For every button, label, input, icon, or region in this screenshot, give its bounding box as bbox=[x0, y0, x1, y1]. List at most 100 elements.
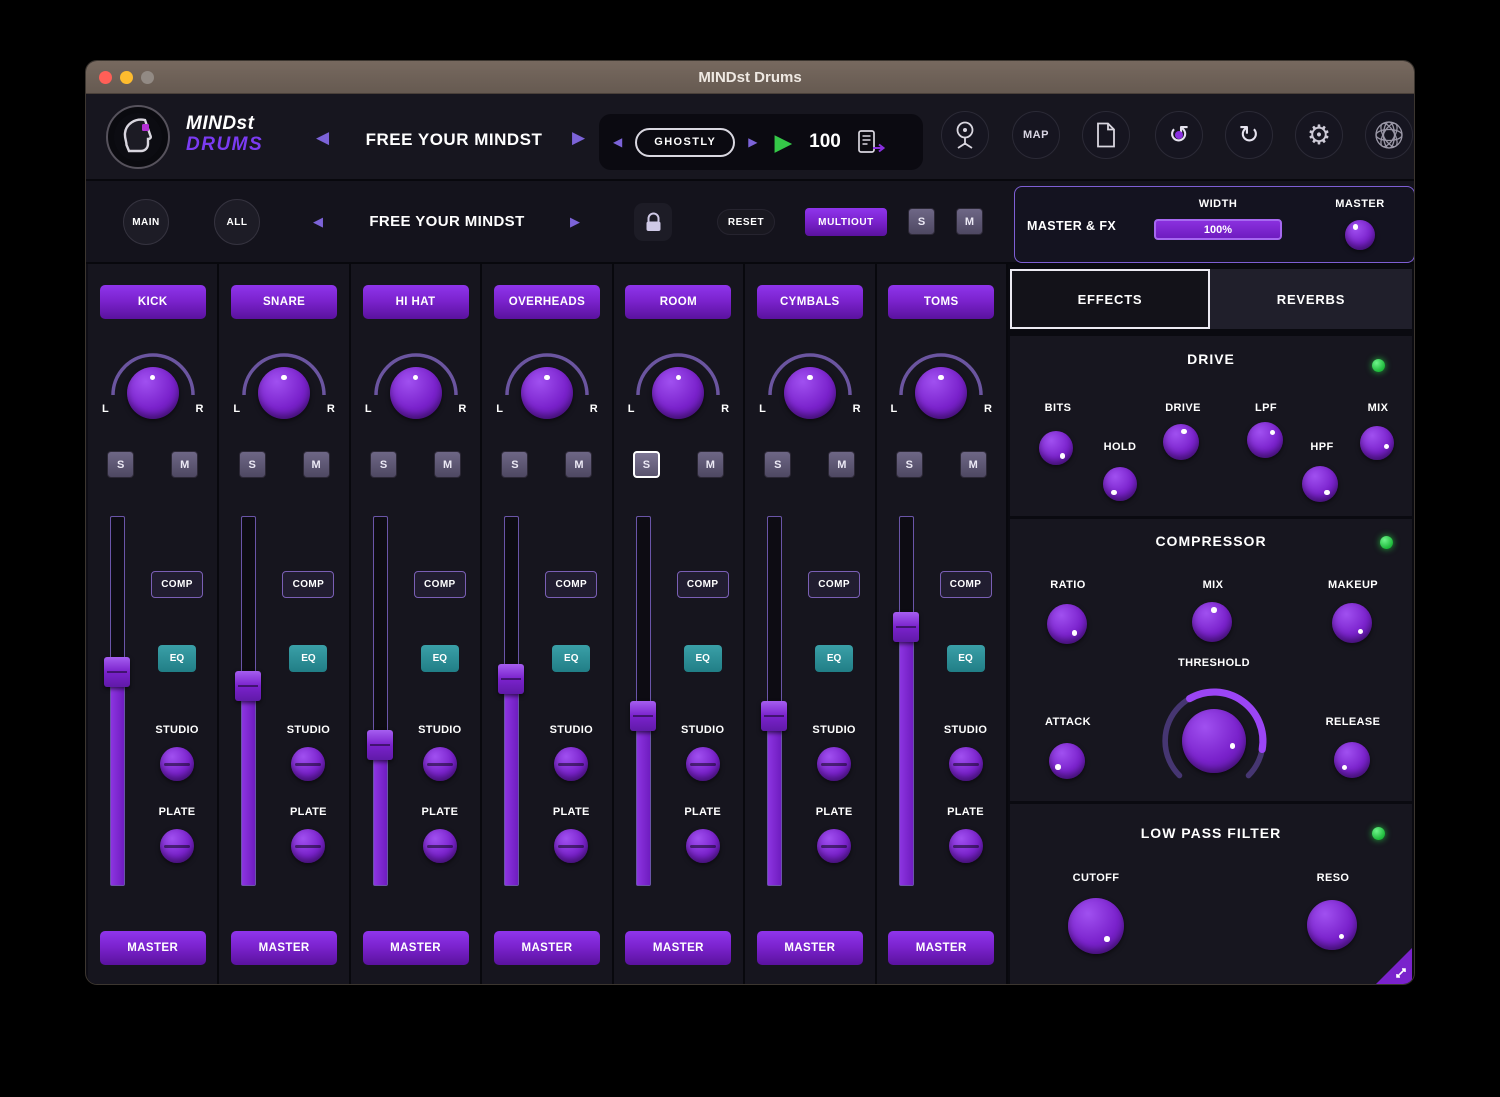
release-knob[interactable] bbox=[1334, 742, 1370, 778]
pan-knob[interactable] bbox=[258, 367, 310, 419]
mute-button[interactable]: M bbox=[697, 451, 724, 478]
solo-button[interactable]: S bbox=[370, 451, 397, 478]
fader-thumb[interactable] bbox=[104, 657, 130, 687]
comp-button[interactable]: COMP bbox=[545, 571, 597, 598]
channel-master-button[interactable]: MASTER bbox=[363, 931, 469, 965]
eq-button[interactable]: EQ bbox=[947, 645, 985, 672]
channel-name-button[interactable]: CYMBALS bbox=[757, 285, 863, 319]
channel-master-button[interactable]: MASTER bbox=[757, 931, 863, 965]
compressor-enabled-led[interactable] bbox=[1380, 536, 1393, 549]
studio-send-knob[interactable] bbox=[554, 747, 588, 781]
pan-knob[interactable] bbox=[784, 367, 836, 419]
channel-name-button[interactable]: TOMS bbox=[888, 285, 994, 319]
channel-master-button[interactable]: MASTER bbox=[231, 931, 337, 965]
mute-button[interactable]: M bbox=[171, 451, 198, 478]
close-window-button[interactable] bbox=[99, 71, 112, 84]
tab-effects[interactable]: EFFECTS bbox=[1010, 269, 1210, 329]
channel-name-button[interactable]: OVERHEADS bbox=[494, 285, 600, 319]
redo-button[interactable]: ↻ bbox=[1225, 111, 1273, 159]
zoom-window-button[interactable] bbox=[141, 71, 154, 84]
mute-button[interactable]: M bbox=[303, 451, 330, 478]
midi-drag-icon[interactable] bbox=[856, 129, 886, 155]
global-solo-button[interactable]: S bbox=[908, 208, 935, 235]
solo-button[interactable]: S bbox=[896, 451, 923, 478]
solo-button[interactable]: S bbox=[633, 451, 660, 478]
comp-button[interactable]: COMP bbox=[808, 571, 860, 598]
threshold-knob[interactable] bbox=[1182, 709, 1246, 773]
volume-fader[interactable] bbox=[504, 516, 519, 886]
plate-send-knob[interactable] bbox=[291, 829, 325, 863]
comp-button[interactable]: COMP bbox=[282, 571, 334, 598]
hold-knob[interactable] bbox=[1103, 467, 1137, 501]
fader-thumb[interactable] bbox=[630, 701, 656, 731]
low-pass-enabled-led[interactable] bbox=[1372, 827, 1385, 840]
fader-thumb[interactable] bbox=[235, 671, 261, 701]
plate-send-knob[interactable] bbox=[554, 829, 588, 863]
mindst-globe-button[interactable] bbox=[1365, 111, 1413, 159]
drive-enabled-led[interactable] bbox=[1372, 359, 1385, 372]
cutoff-knob[interactable] bbox=[1068, 898, 1124, 954]
pan-control[interactable] bbox=[105, 345, 201, 419]
kit-next-button[interactable]: ▶ bbox=[748, 135, 757, 149]
comp-button[interactable]: COMP bbox=[940, 571, 992, 598]
tab-reverbs[interactable]: REVERBS bbox=[1210, 269, 1412, 329]
studio-send-knob[interactable] bbox=[686, 747, 720, 781]
reso-knob[interactable] bbox=[1307, 900, 1357, 950]
studio-send-knob[interactable] bbox=[423, 747, 457, 781]
pan-knob[interactable] bbox=[652, 367, 704, 419]
drive-mix-knob[interactable] bbox=[1360, 426, 1394, 460]
solo-button[interactable]: S bbox=[501, 451, 528, 478]
pan-control[interactable] bbox=[499, 345, 595, 419]
mute-button[interactable]: M bbox=[565, 451, 592, 478]
channel-name-button[interactable]: KICK bbox=[100, 285, 206, 319]
volume-fader[interactable] bbox=[767, 516, 782, 886]
volume-fader[interactable] bbox=[110, 516, 125, 886]
solo-button[interactable]: S bbox=[239, 451, 266, 478]
studio-send-knob[interactable] bbox=[949, 747, 983, 781]
volume-fader[interactable] bbox=[241, 516, 256, 886]
pan-control[interactable] bbox=[630, 345, 726, 419]
pan-knob[interactable] bbox=[521, 367, 573, 419]
lpf-knob[interactable] bbox=[1247, 422, 1283, 458]
studio-send-knob[interactable] bbox=[160, 747, 194, 781]
settings-button[interactable]: ⚙ bbox=[1295, 111, 1343, 159]
map-button[interactable]: MAP bbox=[1012, 111, 1060, 159]
plate-send-knob[interactable] bbox=[423, 829, 457, 863]
channel-master-button[interactable]: MASTER bbox=[625, 931, 731, 965]
channel-name-button[interactable]: SNARE bbox=[231, 285, 337, 319]
tempo-value[interactable]: 100 bbox=[809, 131, 841, 153]
channel-master-button[interactable]: MASTER bbox=[100, 931, 206, 965]
eq-button[interactable]: EQ bbox=[815, 645, 853, 672]
comp-button[interactable]: COMP bbox=[151, 571, 203, 598]
preset-prev-button[interactable]: ◀ bbox=[316, 128, 329, 148]
plate-send-knob[interactable] bbox=[686, 829, 720, 863]
comp-button[interactable]: COMP bbox=[677, 571, 729, 598]
all-view-button[interactable]: ALL bbox=[214, 199, 260, 245]
channel-name-button[interactable]: HI HAT bbox=[363, 285, 469, 319]
pan-knob[interactable] bbox=[127, 367, 179, 419]
kit-prev-button[interactable]: ◀ bbox=[613, 135, 622, 149]
fader-thumb[interactable] bbox=[761, 701, 787, 731]
plate-send-knob[interactable] bbox=[160, 829, 194, 863]
fader-thumb[interactable] bbox=[367, 730, 393, 760]
global-mute-button[interactable]: M bbox=[956, 208, 983, 235]
channel-master-button[interactable]: MASTER bbox=[494, 931, 600, 965]
kit-name-pill[interactable]: GHOSTLY bbox=[635, 128, 735, 157]
comp-mix-knob[interactable] bbox=[1192, 602, 1232, 642]
studio-send-knob[interactable] bbox=[291, 747, 325, 781]
volume-fader[interactable] bbox=[373, 516, 388, 886]
mute-button[interactable]: M bbox=[960, 451, 987, 478]
pan-control[interactable] bbox=[368, 345, 464, 419]
makeup-knob[interactable] bbox=[1332, 603, 1372, 643]
play-button[interactable]: ▶ bbox=[774, 131, 792, 154]
pan-control[interactable] bbox=[236, 345, 332, 419]
lock-button[interactable] bbox=[634, 203, 672, 241]
pan-control[interactable] bbox=[893, 345, 989, 419]
channel-name-button[interactable]: ROOM bbox=[625, 285, 731, 319]
titlebar[interactable]: MINDst Drums bbox=[86, 61, 1414, 94]
eq-button[interactable]: EQ bbox=[158, 645, 196, 672]
mute-button[interactable]: M bbox=[434, 451, 461, 478]
comp-button[interactable]: COMP bbox=[414, 571, 466, 598]
preset-next-button[interactable]: ▶ bbox=[572, 128, 585, 148]
solo-button[interactable]: S bbox=[107, 451, 134, 478]
